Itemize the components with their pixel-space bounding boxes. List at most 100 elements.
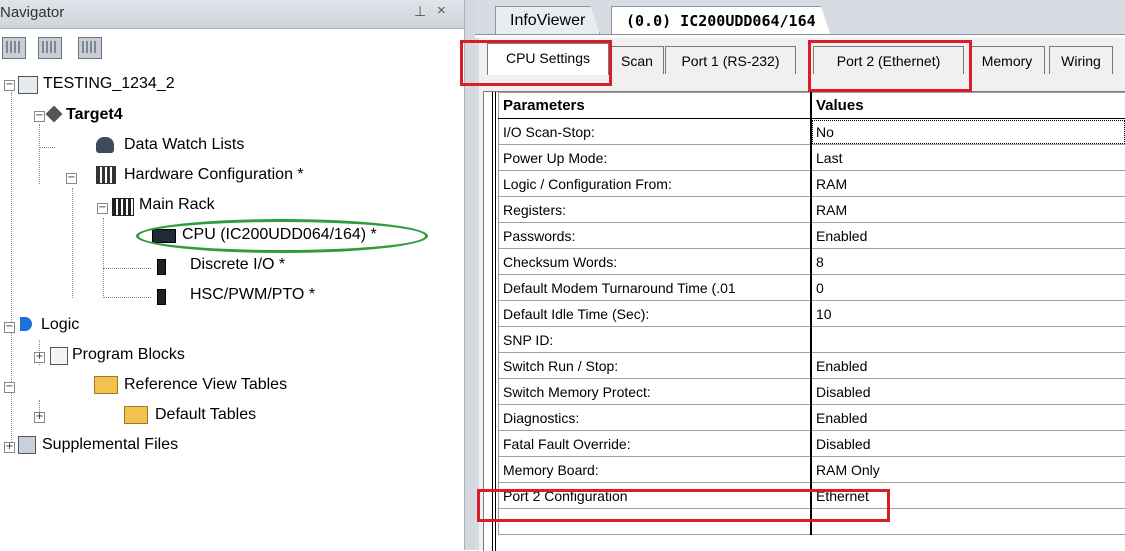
tree-item-reference-view-tables[interactable]: Reference View Tables	[124, 373, 287, 397]
tree-item-hardware-configuration[interactable]: Hardware Configuration *	[124, 163, 304, 187]
tree-line	[103, 268, 151, 269]
hsc-module-icon	[157, 289, 166, 305]
table-header-row: Parameters Values	[499, 93, 1125, 119]
project-tree: − TESTING_1234_2 − Target4 Data Watch Li…	[0, 0, 464, 550]
tree-item-discrete-io[interactable]: Discrete I/O *	[190, 253, 285, 277]
table-row[interactable]: Switch Memory Protect:Disabled	[499, 379, 1125, 405]
collapse-icon[interactable]: −	[34, 111, 45, 122]
collapse-icon[interactable]: −	[97, 203, 108, 214]
parameter-name: Memory Board:	[499, 457, 812, 483]
parameter-name: Default Idle Time (Sec):	[499, 301, 812, 327]
supplemental-files-icon	[18, 436, 36, 454]
parameter-name: Diagnostics:	[499, 405, 812, 431]
collapse-icon[interactable]: −	[66, 173, 77, 184]
navigator-panel: Navigator ⊥ × − TESTING_1234_2 − Target4	[0, 0, 464, 550]
parameter-name: Port 2 Configuration	[499, 483, 812, 509]
table-row[interactable]: Default Idle Time (Sec):10	[499, 301, 1125, 327]
expand-icon[interactable]: +	[4, 442, 15, 453]
parameter-value[interactable]: Enabled	[811, 353, 1125, 379]
tree-line	[11, 92, 12, 448]
cpu-module-icon	[152, 229, 176, 243]
parameter-value[interactable]: RAM	[811, 197, 1125, 223]
tree-item-logic[interactable]: Logic	[41, 313, 79, 337]
table-row[interactable]: Registers:RAM	[499, 197, 1125, 223]
parameter-name: Power Up Mode:	[499, 145, 812, 171]
tree-item-supplemental-files[interactable]: Supplemental Files	[42, 433, 178, 457]
hardware-icon	[96, 166, 116, 184]
tree-line	[72, 188, 73, 298]
program-blocks-icon	[50, 347, 68, 365]
table-row[interactable]: Passwords:Enabled	[499, 223, 1125, 249]
collapse-icon[interactable]: −	[4, 80, 15, 91]
tree-item-main-rack[interactable]: Main Rack	[139, 193, 215, 217]
parameter-name: SNP ID:	[499, 327, 812, 353]
tab-wiring[interactable]: Wiring	[1049, 46, 1113, 74]
parameter-value[interactable]: RAM Only	[811, 457, 1125, 483]
parameter-value[interactable]: Last	[811, 145, 1125, 171]
tree-item-hsc-pwm-pto[interactable]: HSC/PWM/PTO *	[190, 283, 315, 307]
parameter-value[interactable]: Disabled	[811, 379, 1125, 405]
parameter-name: Passwords:	[499, 223, 812, 249]
expand-icon[interactable]: +	[34, 352, 45, 363]
table-row[interactable]: Port 2 ConfigurationEthernet	[499, 483, 1125, 509]
table-row[interactable]	[499, 509, 1125, 535]
table-row[interactable]: Default Modem Turnaround Time (.010	[499, 275, 1125, 301]
table-row[interactable]: I/O Scan-Stop:No	[499, 119, 1125, 145]
parameter-name: Fatal Fault Override:	[499, 431, 812, 457]
parameter-value[interactable]: 0	[811, 275, 1125, 301]
table-row[interactable]: Switch Run / Stop:Enabled	[499, 353, 1125, 379]
expand-icon[interactable]: +	[34, 412, 45, 423]
parameter-name: Switch Run / Stop:	[499, 353, 812, 379]
tree-item-default-tables[interactable]: Default Tables	[155, 403, 256, 427]
table-row[interactable]: SNP ID:	[499, 327, 1125, 353]
tab-port2[interactable]: Port 2 (Ethernet)	[813, 46, 964, 74]
parameter-value[interactable]	[811, 509, 1125, 535]
tab-memory[interactable]: Memory	[969, 46, 1045, 74]
parameter-name	[499, 509, 812, 535]
table-row[interactable]: Fatal Fault Override:Disabled	[499, 431, 1125, 457]
parameter-name: Switch Memory Protect:	[499, 379, 812, 405]
parameter-name: Registers:	[499, 197, 812, 223]
tree-line	[103, 297, 151, 298]
parameter-value[interactable]: 8	[811, 249, 1125, 275]
parameter-name: Default Modem Turnaround Time (.01	[499, 275, 812, 301]
tree-item-target[interactable]: Target4	[66, 103, 123, 127]
parameter-value[interactable]: Ethernet	[811, 483, 1125, 509]
io-module-icon	[157, 259, 166, 275]
tree-line	[39, 124, 40, 184]
parameter-value[interactable]: No	[811, 119, 1125, 145]
table-row[interactable]: Memory Board:RAM Only	[499, 457, 1125, 483]
reference-tables-icon	[94, 376, 118, 394]
column-header-parameters: Parameters	[499, 93, 812, 119]
tree-item-cpu[interactable]: CPU (IC200UDD064/164) *	[182, 223, 377, 247]
parameter-value[interactable]: Enabled	[811, 405, 1125, 431]
data-watch-icon	[96, 137, 114, 153]
parameter-name: Logic / Configuration From:	[499, 171, 812, 197]
tab-infoviewer[interactable]: InfoViewer	[495, 6, 600, 35]
parameter-value[interactable]: Disabled	[811, 431, 1125, 457]
editor-panel: InfoViewer (0.0) IC200UDD064/164 CPU Set…	[475, 0, 1125, 550]
parameter-name: I/O Scan-Stop:	[499, 119, 812, 145]
tree-item-program-blocks[interactable]: Program Blocks	[72, 343, 185, 367]
table-row[interactable]: Logic / Configuration From:RAM	[499, 171, 1125, 197]
tab-cpu-settings[interactable]: CPU Settings	[487, 43, 609, 75]
tree-item-project[interactable]: TESTING_1234_2	[43, 72, 175, 96]
default-tables-icon	[124, 406, 148, 424]
tab-cpu-config[interactable]: (0.0) IC200UDD064/164	[611, 6, 831, 35]
table-row[interactable]: Power Up Mode:Last	[499, 145, 1125, 171]
collapse-icon[interactable]: −	[4, 322, 15, 333]
table-row[interactable]: Diagnostics:Enabled	[499, 405, 1125, 431]
table-row[interactable]: Checksum Words:8	[499, 249, 1125, 275]
parameters-grid: Parameters Values I/O Scan-Stop:No Power…	[483, 91, 1125, 551]
parameter-value[interactable]: Enabled	[811, 223, 1125, 249]
tree-line	[103, 218, 104, 298]
tree-item-data-watch-lists[interactable]: Data Watch Lists	[124, 133, 244, 157]
parameter-value[interactable]: RAM	[811, 171, 1125, 197]
collapse-icon[interactable]: −	[4, 382, 15, 393]
tree-line	[39, 147, 55, 148]
parameter-value[interactable]	[811, 327, 1125, 353]
tab-scan[interactable]: Scan	[610, 46, 664, 74]
tab-port1[interactable]: Port 1 (RS-232)	[665, 46, 796, 74]
parameter-name: Checksum Words:	[499, 249, 812, 275]
parameter-value[interactable]: 10	[811, 301, 1125, 327]
